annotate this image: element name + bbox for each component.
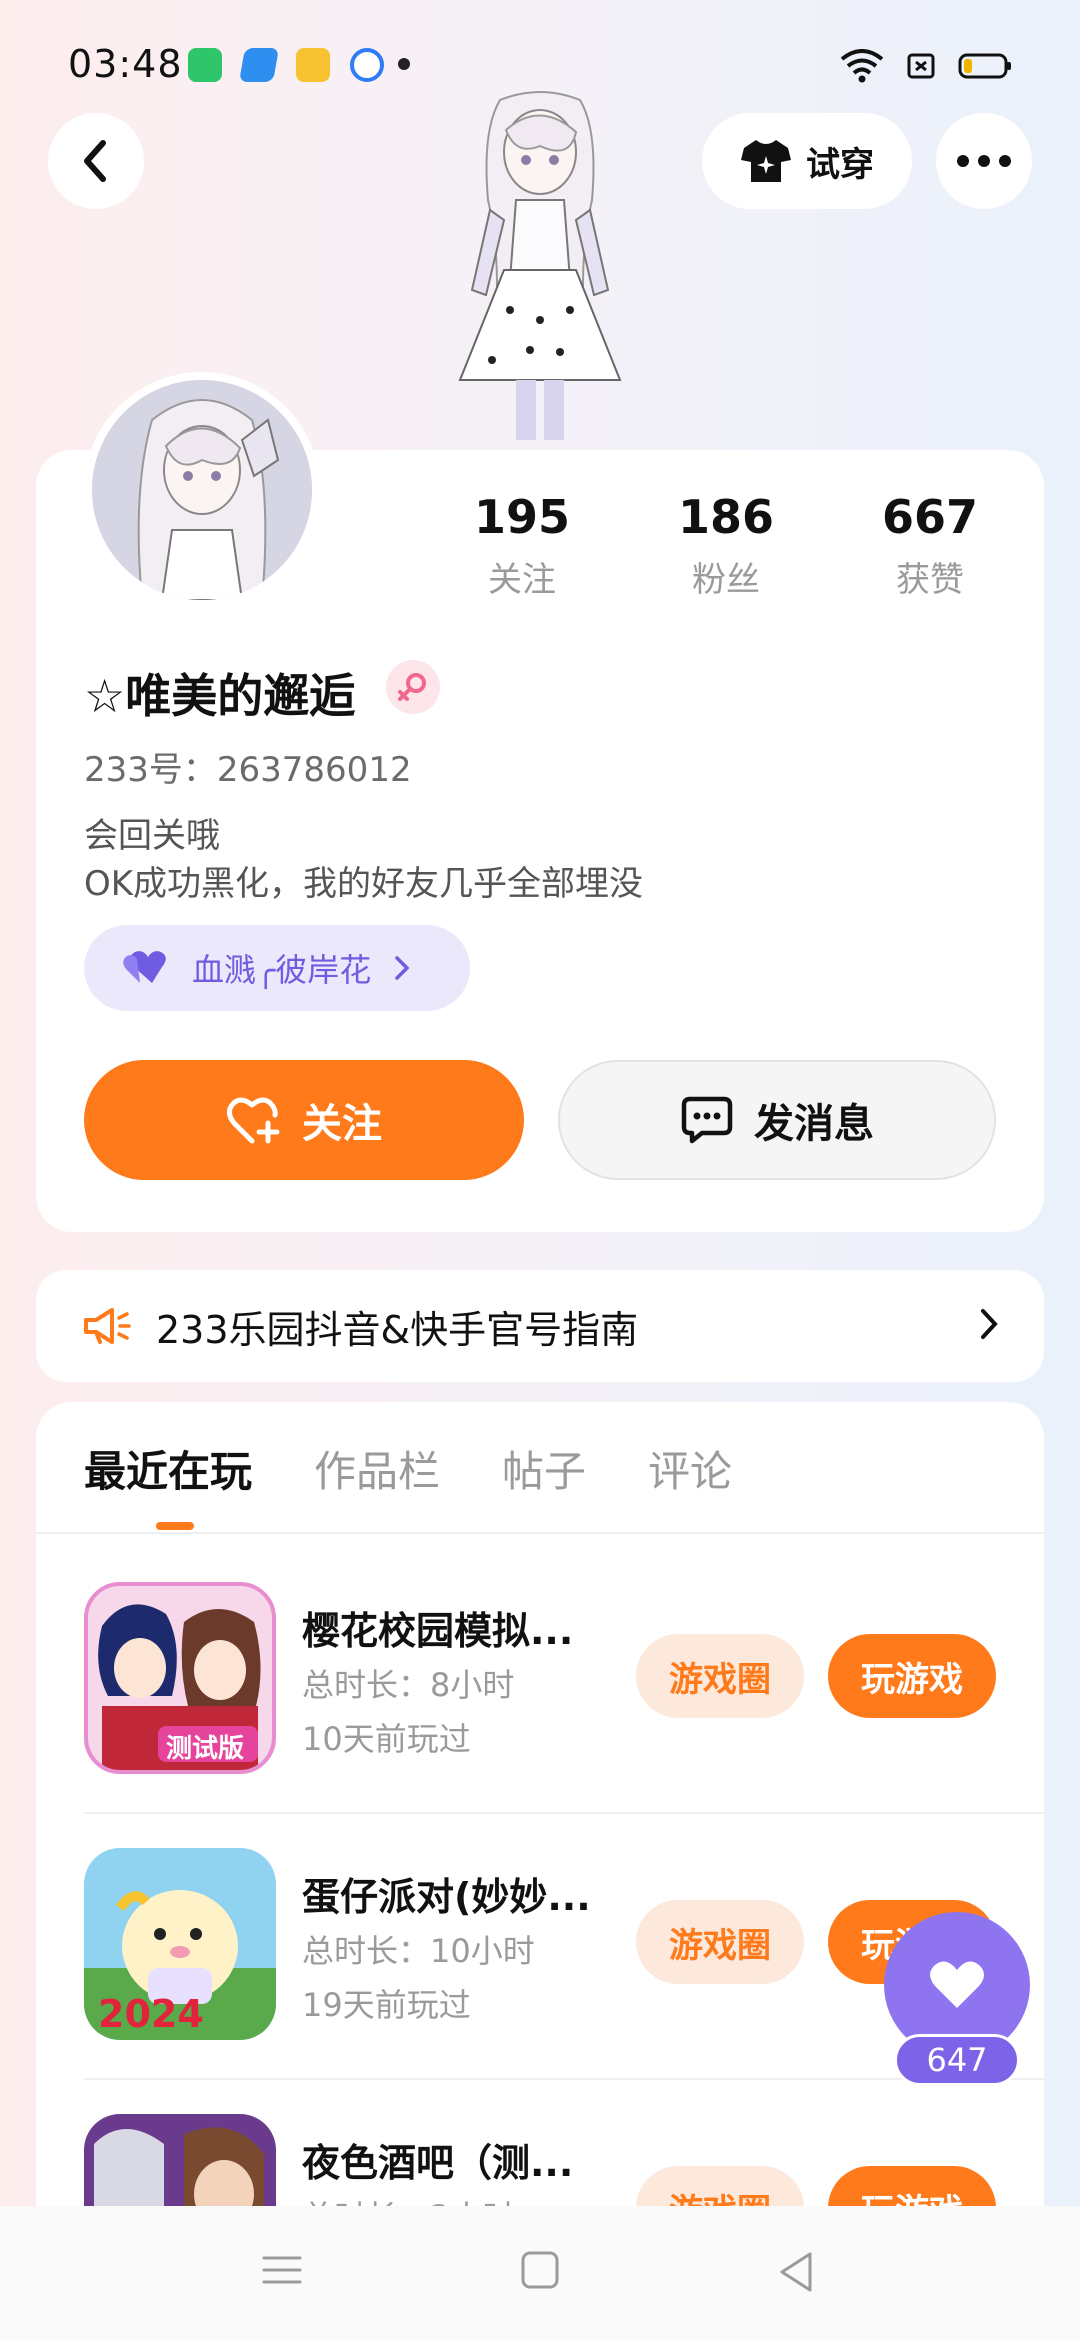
game-icon: 2024 bbox=[84, 1848, 276, 2040]
stat-likes[interactable]: 667 获赞 bbox=[850, 490, 1010, 601]
stat-label: 粉丝 bbox=[692, 560, 760, 600]
more-icon bbox=[957, 155, 1011, 167]
avatar[interactable] bbox=[84, 372, 320, 608]
chevron-right-icon bbox=[981, 1309, 998, 1339]
more-notifications-dot bbox=[398, 58, 410, 70]
heart-plus-icon bbox=[226, 1097, 280, 1144]
stat-value: 195 bbox=[473, 490, 571, 544]
game-icon: 测试版 bbox=[84, 1582, 276, 1774]
nickname: ☆唯美的邂逅 bbox=[84, 669, 356, 723]
game-circle-button[interactable]: 游戏圈 bbox=[636, 1900, 804, 1984]
wifi-icon bbox=[840, 49, 884, 83]
game-icon-badge: 测试版 bbox=[166, 1734, 245, 1764]
user-id: 233号：263786012 bbox=[84, 750, 412, 790]
status-time: 03:48 bbox=[68, 42, 183, 86]
recent-games-panel: 最近在玩 作品栏 帖子 评论 测试版 樱花校园模拟... 总时长：8小时 10天… bbox=[36, 1402, 1044, 2302]
game-icon-badge: 2024 bbox=[98, 1992, 204, 2036]
chevron-left-icon bbox=[84, 140, 106, 182]
game-title: 夜色酒吧（测... bbox=[302, 2141, 574, 2185]
sim-icon bbox=[907, 53, 935, 79]
divider bbox=[84, 2078, 1044, 2080]
female-icon bbox=[398, 673, 426, 701]
bio-line: OK成功黑化，我的好友几乎全部埋没 bbox=[84, 864, 644, 904]
status-right bbox=[840, 46, 1012, 86]
stat-followers[interactable]: 186 粉丝 bbox=[646, 490, 806, 601]
app-notification-icon bbox=[239, 48, 279, 82]
try-on-label: 试穿 bbox=[806, 144, 874, 185]
home-icon[interactable] bbox=[520, 2250, 560, 2290]
avatar-figure bbox=[458, 91, 622, 440]
chat-bubble-icon bbox=[681, 1096, 733, 1144]
tab-posts[interactable]: 帖子 bbox=[502, 1438, 586, 1499]
back-button[interactable] bbox=[48, 113, 144, 209]
profile-tabs: 最近在玩 作品栏 帖子 评论 bbox=[84, 1438, 732, 1499]
shirt-icon bbox=[741, 140, 791, 182]
try-on-button[interactable]: 试穿 bbox=[702, 113, 912, 209]
app-notification-icon bbox=[188, 48, 222, 82]
heart-icon bbox=[930, 1961, 984, 2008]
tab-recently-played[interactable]: 最近在玩 bbox=[84, 1438, 252, 1499]
app-notification-icon bbox=[350, 48, 384, 82]
active-tab-indicator bbox=[156, 1522, 194, 1530]
tab-comments[interactable]: 评论 bbox=[648, 1438, 732, 1499]
avatar-image bbox=[92, 380, 312, 600]
announcement-banner[interactable]: 233乐园抖音&快手官号指南 bbox=[36, 1270, 1044, 1382]
game-row[interactable]: 测试版 樱花校园模拟... 总时长：8小时 10天前玩过 游戏圈 玩游戏 bbox=[84, 1582, 1044, 1782]
family-badge[interactable]: 血溅╭彼岸花 bbox=[84, 925, 470, 1011]
message-label: 发消息 bbox=[754, 1101, 874, 1147]
megaphone-icon bbox=[84, 1308, 131, 1344]
stat-label: 关注 bbox=[488, 560, 556, 600]
play-game-button[interactable]: 玩游戏 bbox=[828, 1634, 996, 1718]
stat-value: 186 bbox=[677, 490, 775, 544]
family-badge-label: 血溅╭彼岸花 bbox=[192, 951, 372, 989]
bio-line: 会回关哦 bbox=[84, 816, 220, 856]
game-title: 樱花校园模拟... bbox=[302, 1609, 574, 1653]
game-duration: 总时长：10小时 bbox=[302, 1932, 535, 1970]
follow-label: 关注 bbox=[302, 1101, 382, 1147]
announcement-text: 233乐园抖音&快手官号指南 bbox=[156, 1307, 639, 1352]
follow-button[interactable]: 关注 bbox=[84, 1060, 524, 1180]
system-navigation-bar bbox=[0, 2206, 1080, 2340]
more-button[interactable] bbox=[936, 113, 1032, 209]
hearts-icon bbox=[123, 951, 166, 983]
app-notification-icon bbox=[296, 48, 330, 82]
menu-icon[interactable] bbox=[262, 2250, 302, 2290]
game-last-played: 19天前玩过 bbox=[302, 1986, 471, 2024]
game-title: 蛋仔派对(妙妙... bbox=[302, 1875, 591, 1919]
stat-value: 667 bbox=[881, 490, 979, 544]
game-circle-button[interactable]: 游戏圈 bbox=[636, 1634, 804, 1718]
divider bbox=[84, 1812, 1044, 1814]
tab-works[interactable]: 作品栏 bbox=[314, 1438, 440, 1499]
game-duration: 总时长：8小时 bbox=[302, 1666, 515, 1704]
chevron-right-icon bbox=[395, 956, 410, 980]
back-triangle-icon[interactable] bbox=[776, 2250, 816, 2294]
battery-icon bbox=[958, 53, 1011, 79]
game-last-played: 10天前玩过 bbox=[302, 1720, 471, 1758]
like-count-badge: 647 bbox=[894, 2034, 1020, 2086]
stat-following[interactable]: 195 关注 bbox=[442, 490, 602, 601]
message-button[interactable]: 发消息 bbox=[558, 1060, 996, 1180]
gender-badge bbox=[386, 660, 440, 714]
stat-label: 获赞 bbox=[896, 560, 964, 600]
divider bbox=[36, 1532, 1044, 1534]
